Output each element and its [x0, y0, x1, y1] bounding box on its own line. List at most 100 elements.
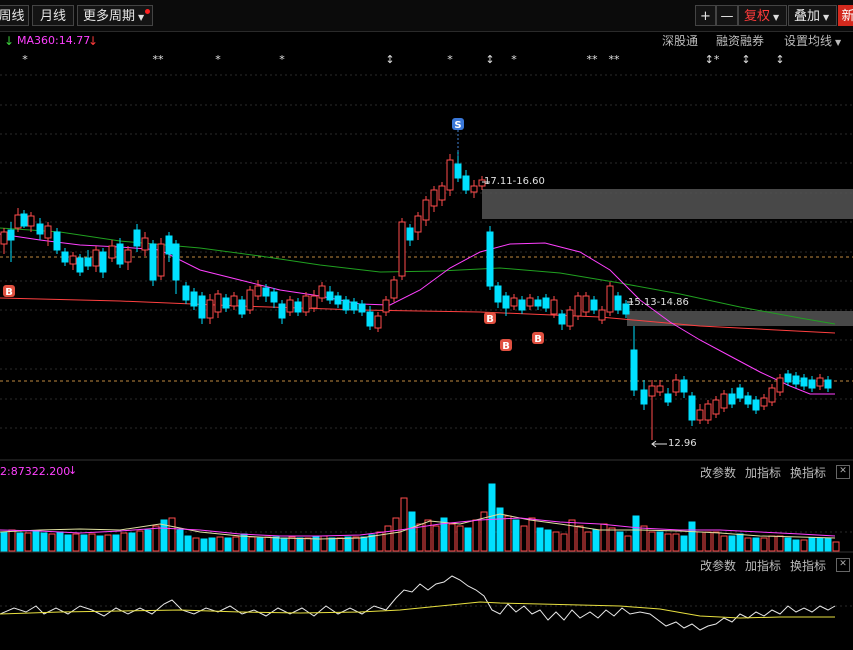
candle-body	[0, 231, 8, 245]
candle-body	[222, 297, 230, 309]
candle-body	[462, 175, 470, 191]
candle-body	[582, 295, 590, 313]
volume-bar	[112, 534, 120, 552]
buy-signal-badge-text: B	[5, 287, 13, 298]
volume-bar	[520, 525, 528, 552]
candle-body	[736, 387, 744, 399]
candle-body	[76, 257, 84, 273]
candle-body	[680, 379, 688, 393]
candle-body	[614, 295, 622, 311]
volume-bar	[280, 537, 288, 552]
candle-body	[406, 227, 414, 241]
volume-bar	[336, 537, 344, 552]
candle-body	[704, 403, 712, 421]
candle-body	[198, 295, 206, 319]
candle-body	[157, 243, 165, 277]
candle-body	[648, 385, 656, 397]
volume-bar	[224, 537, 232, 552]
volume-bar	[528, 517, 536, 552]
volume-bar	[144, 529, 152, 552]
volume-bar	[680, 535, 688, 552]
candle-body	[124, 249, 132, 263]
volume-bar	[48, 533, 56, 552]
candle-body	[84, 257, 92, 267]
candle-body	[486, 231, 494, 287]
indicator-switch-indicator-link[interactable]: 换指标	[790, 557, 826, 574]
volume-bar	[664, 533, 672, 552]
candle-body	[590, 299, 598, 311]
volume-bar	[248, 536, 256, 552]
candle-body	[502, 295, 510, 309]
volume-bar	[168, 517, 176, 552]
volume-bar	[256, 537, 264, 552]
candle-body	[760, 397, 768, 407]
candle-body	[69, 255, 77, 265]
volume-bar	[136, 530, 144, 552]
volume-bar	[464, 527, 472, 552]
candle-body	[728, 393, 736, 405]
candle-body	[446, 159, 454, 191]
volume-bar	[720, 535, 728, 552]
volume-bar	[512, 519, 520, 552]
candle-body	[550, 299, 558, 315]
volume-close-icon[interactable]: ✕	[836, 465, 850, 479]
volume-bar	[600, 523, 608, 552]
candle-body	[214, 293, 222, 313]
event-star-icon: *	[22, 53, 28, 66]
volume-bar	[824, 537, 832, 552]
candle-body	[606, 285, 614, 313]
buy-signal-badge-text: B	[486, 314, 494, 325]
candle-body	[61, 251, 69, 263]
volume-bar	[360, 536, 368, 552]
volume-add-indicator-link[interactable]: 加指标	[745, 464, 781, 481]
volume-bar	[696, 531, 704, 552]
resistance-zone	[482, 189, 853, 219]
indicator-slow-line	[0, 601, 835, 619]
candle-body	[44, 225, 52, 239]
candle-body	[574, 295, 582, 317]
volume-bar	[32, 530, 40, 552]
volume-bar	[424, 519, 432, 552]
volume-bar	[832, 541, 840, 552]
candle-body	[454, 163, 462, 179]
volume-bar	[408, 511, 416, 552]
volume-bar	[472, 519, 480, 552]
volume-bar	[384, 525, 392, 552]
candle-body	[190, 291, 198, 307]
volume-bar	[592, 529, 600, 552]
indicator-add-indicator-link[interactable]: 加指标	[745, 557, 781, 574]
candle-body	[430, 189, 438, 207]
candle-body	[254, 285, 262, 297]
candlestick-chart[interactable]: * ** * * ↕ * ↕ * ** ** ↕* ↕ ↕ SBBBB	[0, 0, 853, 650]
event-star-icon: ↕	[385, 53, 394, 66]
volume-bar	[8, 529, 16, 552]
volume-bar	[560, 533, 568, 552]
volume-change-params-link[interactable]: 改参数	[700, 464, 736, 481]
volume-bar	[176, 529, 184, 552]
candle-body	[438, 185, 446, 201]
indicator-change-params-link[interactable]: 改参数	[700, 557, 736, 574]
volume-bar	[56, 531, 64, 552]
candle-body	[7, 229, 15, 241]
volume-bar	[120, 532, 128, 552]
volume-bar	[72, 533, 80, 552]
arrow-down-icon: ↓	[68, 464, 78, 477]
candle-body	[518, 299, 526, 311]
volume-bar	[728, 535, 736, 552]
volume-bar	[400, 497, 408, 552]
volume-bar	[816, 537, 824, 552]
candle-body	[526, 297, 534, 307]
indicator-close-icon[interactable]: ✕	[836, 558, 850, 572]
volume-bar	[768, 535, 776, 552]
volume-bar	[96, 535, 104, 552]
candle-body	[366, 311, 374, 327]
volume-switch-indicator-link[interactable]: 换指标	[790, 464, 826, 481]
candle-body	[382, 299, 390, 313]
candle-body	[206, 299, 214, 319]
event-star-icon: ↕*	[705, 53, 720, 66]
event-star-icon: *	[447, 53, 453, 66]
volume-bar	[344, 536, 352, 552]
candle-body	[824, 379, 832, 389]
candle-body	[294, 301, 302, 313]
candle-body	[776, 377, 784, 393]
